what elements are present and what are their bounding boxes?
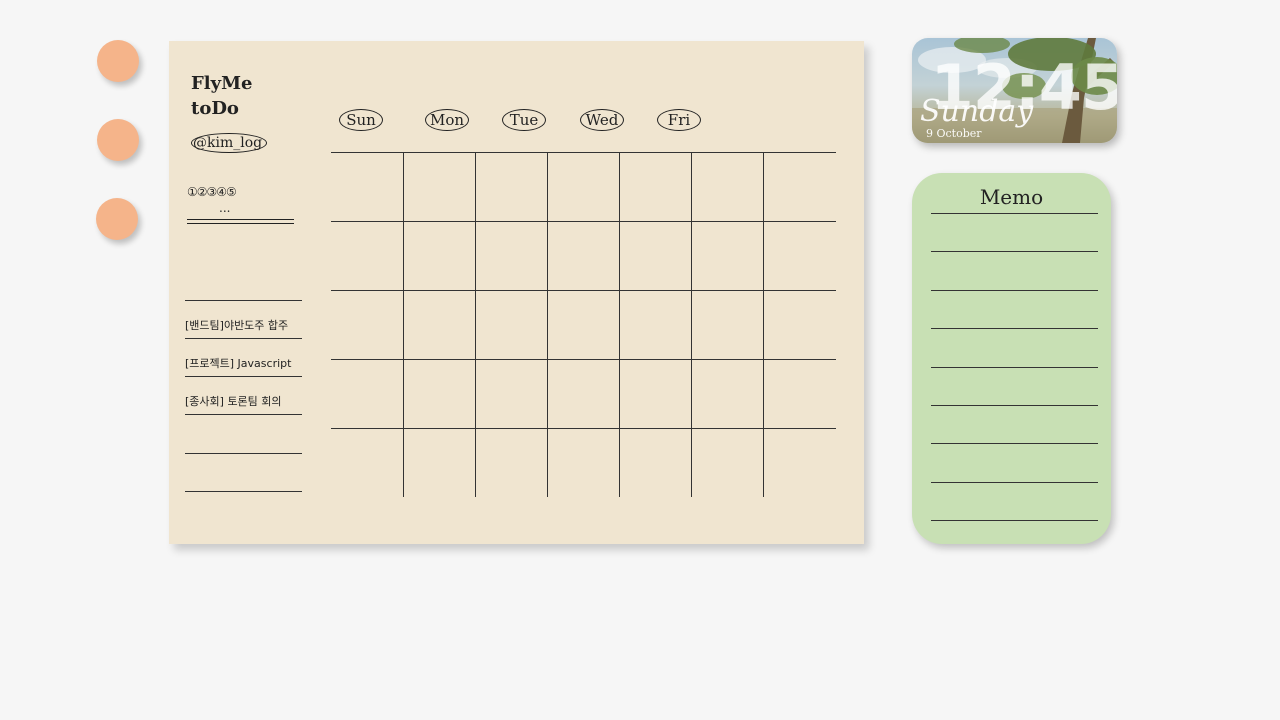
calendar-cell[interactable] [403,290,475,359]
memo-title: Memo [979,185,1044,209]
calendar-cell[interactable] [547,221,619,290]
todo-item[interactable] [185,263,302,301]
calendar-cell[interactable] [691,290,763,359]
calendar-cell[interactable] [763,359,835,428]
weekly-planner: FlyMe toDo @kim_log ①②③④⑤ ... [밴드팀]야반도주 … [169,41,864,544]
calendar-cell[interactable] [763,290,835,359]
memo-line[interactable] [931,251,1098,252]
calendar-cell[interactable] [475,221,547,290]
calendar-cell[interactable] [547,152,619,221]
calendar-cell[interactable] [475,359,547,428]
calendar-cell[interactable] [547,428,619,497]
todo-item-text: [프로젝트] Javascript [185,357,292,370]
memo-line[interactable] [931,213,1098,214]
calendar-cell[interactable] [619,152,691,221]
calendar-cell[interactable] [475,290,547,359]
memo-line[interactable] [931,405,1098,406]
nav-circle-button-3[interactable] [96,198,138,240]
day-tab-fri[interactable]: Fri [657,109,701,131]
calendar-cell[interactable] [475,152,547,221]
app-title: FlyMe toDo [191,73,253,119]
memo-panel: Memo [912,173,1111,544]
calendar-cell[interactable] [619,428,691,497]
calendar-cell[interactable] [331,221,403,290]
memo-line[interactable] [931,520,1098,521]
todo-item[interactable] [185,454,302,492]
calendar-cell[interactable] [763,221,835,290]
day-tab-tue[interactable]: Tue [502,109,546,131]
todo-item[interactable]: [종사회] 토론팀 회의 [185,377,302,415]
calendar-cell[interactable] [403,152,475,221]
calendar-cell[interactable] [547,290,619,359]
calendar-cell[interactable] [331,359,403,428]
calendar-cell[interactable] [547,359,619,428]
user-handle: @kim_log [191,133,268,153]
calendar-cell[interactable] [619,290,691,359]
memo-line[interactable] [931,328,1098,329]
step-numbers: ①②③④⑤ [187,185,237,199]
calendar-cell[interactable] [331,428,403,497]
calendar-cell[interactable] [691,359,763,428]
double-divider [187,219,294,224]
calendar-cell[interactable] [475,428,547,497]
todo-item[interactable]: [밴드팀]야반도주 합주 [185,301,302,339]
memo-line[interactable] [931,482,1098,483]
calendar-cell[interactable] [331,290,403,359]
day-tab-mon[interactable]: Mon [425,109,469,131]
clock-date: 9 October [926,127,982,140]
calendar-cell[interactable] [403,428,475,497]
calendar-cell[interactable] [763,152,835,221]
calendar-cell[interactable] [403,221,475,290]
calendar-cell[interactable] [619,359,691,428]
day-tab-wed[interactable]: Wed [580,109,624,131]
nav-circle-button-2[interactable] [97,119,139,161]
memo-line[interactable] [931,290,1098,291]
calendar-cell[interactable] [691,221,763,290]
clock-widget: 12:45 Sunday 9 October [912,38,1117,143]
calendar-cell[interactable] [619,221,691,290]
calendar-grid [331,152,836,497]
nav-circle-button-1[interactable] [97,40,139,82]
todo-item-text: [밴드팀]야반도주 합주 [185,319,289,332]
clock-day: Sunday [920,94,1034,129]
day-tab-sun[interactable]: Sun [339,109,383,131]
todo-item-text: [종사회] 토론팀 회의 [185,395,282,408]
todo-item[interactable]: [프로젝트] Javascript [185,339,302,377]
memo-line[interactable] [931,367,1098,368]
more-ellipsis: ... [219,201,231,215]
memo-line[interactable] [931,443,1098,444]
calendar-cell[interactable] [763,428,835,497]
calendar-cell[interactable] [691,428,763,497]
todo-item[interactable] [185,416,302,454]
calendar-cell[interactable] [403,359,475,428]
calendar-cell[interactable] [331,152,403,221]
calendar-cell[interactable] [691,152,763,221]
